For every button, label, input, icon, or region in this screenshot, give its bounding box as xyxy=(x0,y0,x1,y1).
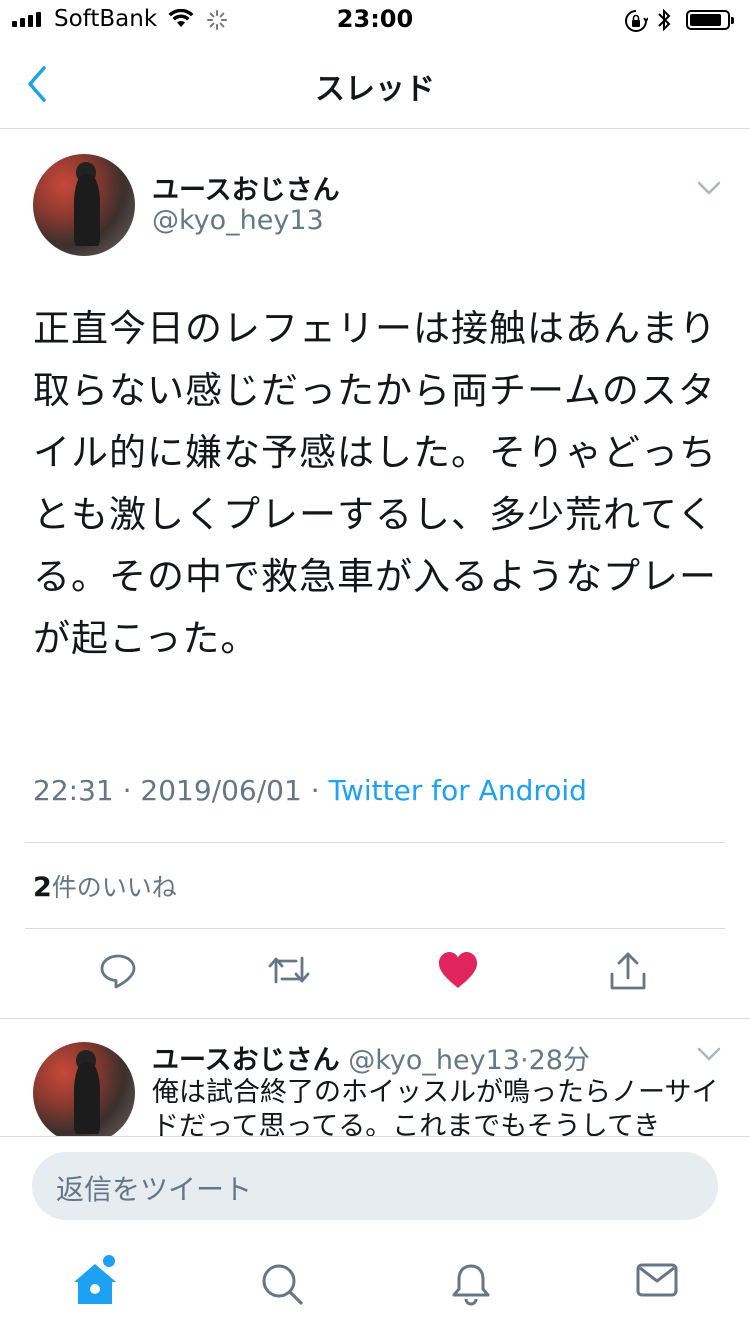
home-notification-dot xyxy=(103,1255,115,1267)
page-title: スレッド xyxy=(315,72,435,107)
chevron-down-icon[interactable] xyxy=(697,180,721,196)
reply-compose-input[interactable]: 返信をツイート xyxy=(32,1152,718,1220)
avatar[interactable] xyxy=(33,1042,135,1144)
likes-count: 2 xyxy=(33,872,52,903)
divider xyxy=(25,928,725,929)
share-icon[interactable] xyxy=(608,950,648,992)
meta-separator: · xyxy=(310,774,320,807)
status-bar: SoftBank 23:00 xyxy=(0,0,750,40)
reply-icon[interactable] xyxy=(98,950,138,990)
reply-tweet-text[interactable]: 俺は試合終了のホイッスルが鳴ったらノーサイドだって思ってる。これまでもそうしてき xyxy=(152,1076,722,1136)
battery-level xyxy=(690,14,721,26)
search-icon[interactable] xyxy=(260,1262,304,1306)
divider xyxy=(25,842,725,843)
tweet-text: 正直今日のレフェリーは接触はあんまり取らない感じだったから両チームのスタイル的に… xyxy=(33,307,717,660)
nav-bar: スレッド xyxy=(0,40,750,129)
user-handle[interactable]: @kyo_hey13 xyxy=(152,205,324,236)
meta-separator: · xyxy=(519,1045,529,1076)
battery-icon xyxy=(686,10,734,30)
divider xyxy=(0,1018,750,1019)
tweet-meta: 22:31 · 2019/06/01 · Twitter for Android xyxy=(33,774,587,807)
retweet-icon[interactable] xyxy=(266,950,312,990)
notifications-bell-icon[interactable] xyxy=(450,1262,492,1306)
like-heart-icon[interactable] xyxy=(437,950,479,990)
reply-header[interactable]: ユースおじさん @kyo_hey13·28分 xyxy=(152,1038,590,1077)
meta-separator: · xyxy=(122,774,132,807)
orientation-lock-icon xyxy=(625,10,648,32)
bluetooth-icon xyxy=(658,8,671,32)
user-name[interactable]: ユースおじさん xyxy=(152,168,340,207)
tweet-date: 2019/06/01 xyxy=(140,774,302,807)
tweet-source-link[interactable]: Twitter for Android xyxy=(329,774,587,807)
messages-envelope-icon[interactable] xyxy=(636,1262,678,1298)
home-icon[interactable] xyxy=(72,1262,118,1306)
likes-summary[interactable]: 2件のいいね xyxy=(33,868,177,904)
chevron-down-icon[interactable] xyxy=(697,1046,721,1062)
reply-user-handle: @kyo_hey13 xyxy=(348,1045,520,1076)
compose-placeholder: 返信をツイート xyxy=(56,1173,253,1206)
tweet-time: 22:31 xyxy=(33,774,114,807)
reply-user-name: ユースおじさん xyxy=(152,1045,340,1076)
likes-label: 件のいいね xyxy=(51,873,177,902)
reply-time: 28分 xyxy=(528,1045,590,1076)
avatar[interactable] xyxy=(33,154,135,256)
